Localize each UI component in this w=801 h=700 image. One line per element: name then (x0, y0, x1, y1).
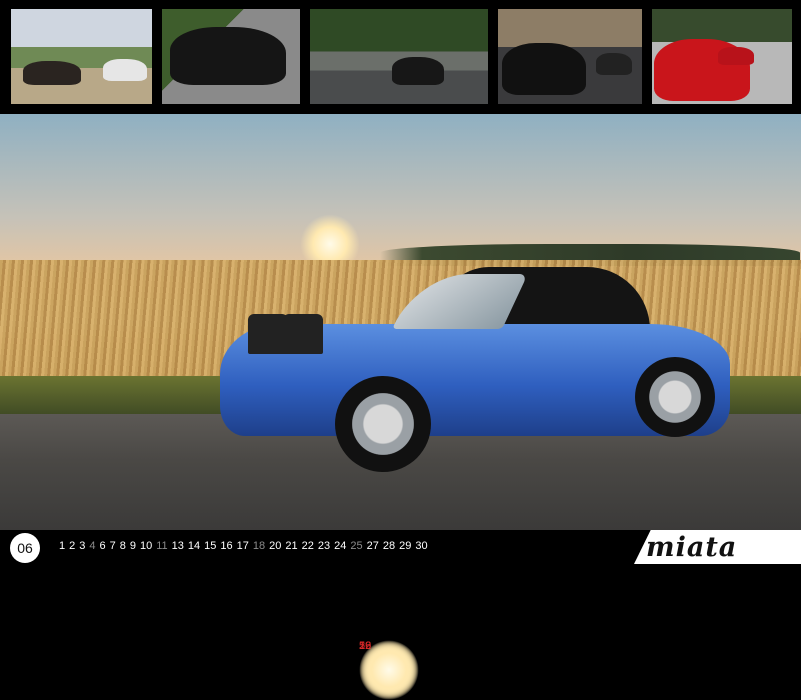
calendar-day: 18 (252, 540, 266, 552)
calendar-day: 13 (171, 540, 184, 552)
calendar-day: 21 (285, 540, 298, 552)
thumbnail-2 (162, 9, 300, 104)
calendar-day: 15 (204, 540, 217, 552)
calendar-day: 26 (359, 640, 419, 700)
calendar-day: 20 (269, 540, 282, 552)
popup-headlight (283, 314, 323, 354)
calendar-day: 28 (382, 540, 396, 552)
calendar-day: 10 (140, 540, 153, 552)
thumbnail-strip (0, 0, 801, 114)
thumbnail-4 (498, 9, 642, 104)
calendar-day: 16 (220, 540, 233, 552)
calendar-day: 27 (366, 540, 379, 552)
calendar-day: 6 (99, 540, 106, 552)
popup-headlight (248, 314, 288, 354)
calendar-day: 3 (79, 540, 86, 552)
calendar-day: 4 (89, 540, 96, 552)
rear-wheel (635, 357, 715, 437)
calendar-day: 14 (187, 540, 201, 552)
calendar-bar: 06 1 2 3 4 5 6 7 8 9 10 11 12 13 14 15 16 17 18 19 20 21 22 23… (0, 530, 801, 700)
calendar-day: 30 (415, 540, 428, 552)
calendar-day: 23 (317, 540, 331, 552)
calendar-day: 22 (301, 540, 314, 552)
calendar-day: 9 (129, 540, 136, 552)
calendar-day: 1 (59, 540, 66, 552)
main-photo (0, 114, 801, 530)
month-badge: 06 (10, 533, 40, 563)
calendar-day: 2 (69, 540, 76, 552)
calendar-day: 17 (236, 540, 249, 552)
day-list: 1 2 3 4 5 6 7 8 9 10 11 12 13 14 15 16 17 18 19 20 21 22 23 24 2… (59, 540, 432, 700)
calendar-day: 25 (350, 540, 363, 552)
front-wheel (335, 376, 431, 472)
thumbnail-5 (652, 9, 792, 104)
brand-logo: miata (646, 532, 738, 563)
calendar-day: 24 (334, 540, 347, 552)
calendar-day: 8 (119, 540, 126, 552)
thumbnail-1 (11, 9, 152, 104)
thumbnail-3 (310, 9, 488, 104)
calendar-day: 7 (109, 540, 116, 552)
calendar-day: 11 (156, 540, 168, 552)
calendar-day: 29 (399, 540, 412, 552)
